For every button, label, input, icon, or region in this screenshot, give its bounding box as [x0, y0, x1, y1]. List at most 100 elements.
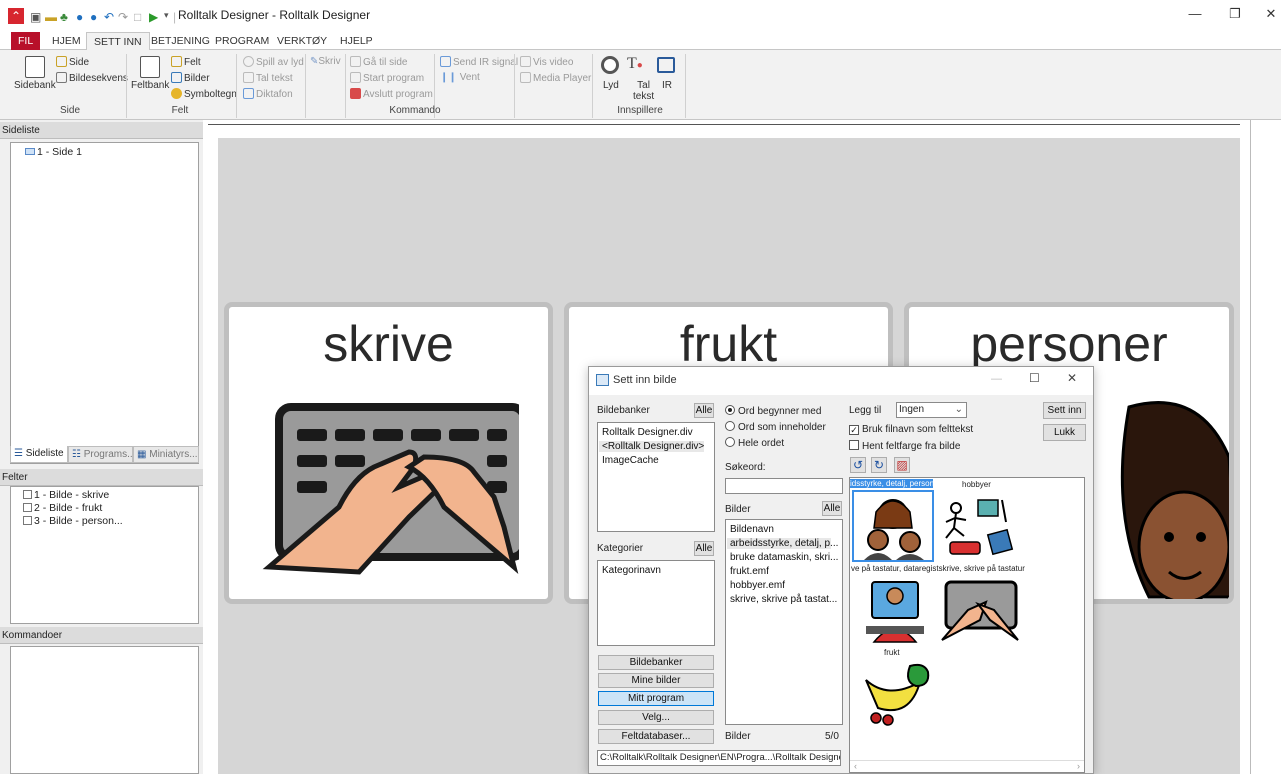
- image-preview-grid: idsstyrke, detalj, person hobbyer ve på …: [849, 477, 1085, 773]
- radio-hele-ordet[interactable]: Hele ordet: [725, 437, 784, 449]
- person-icon: [1120, 401, 1229, 599]
- horizontal-scrollbar[interactable]: ‹ ›: [850, 760, 1084, 772]
- spill-av-lyd-button[interactable]: Spill av lyd: [243, 56, 304, 68]
- hent-feltfarge-checkbox[interactable]: Hent feltfarge fra bilde: [849, 440, 960, 452]
- rotate-right-icon[interactable]: ↻: [871, 457, 887, 473]
- record-sound-icon: [601, 56, 619, 74]
- tab-sideliste[interactable]: ☰ Sideliste: [10, 446, 68, 463]
- ga-til-side-button[interactable]: Gå til side: [350, 56, 407, 68]
- feltdatabaser-button[interactable]: Feltdatabaser...: [598, 729, 714, 744]
- path-field[interactable]: C:\Rolltalk\Rolltalk Designer\EN\Progra.…: [597, 750, 841, 766]
- tab-verktoy[interactable]: VERKTØY: [270, 32, 334, 50]
- legg-til-select[interactable]: Ingen ⌄: [896, 402, 967, 418]
- dialog-maximize-button[interactable]: ☐: [1029, 371, 1040, 385]
- preview-thumb[interactable]: [860, 576, 930, 644]
- preview-thumb-selected[interactable]: [852, 490, 934, 562]
- list-item[interactable]: ImageCache: [602, 455, 659, 466]
- tab-betjening[interactable]: BETJENING: [144, 32, 217, 50]
- skriv-button[interactable]: ✎Skriv: [310, 56, 341, 67]
- restore-button[interactable]: ❐: [1220, 6, 1250, 26]
- list-item[interactable]: skrive, skrive på tastat...: [730, 594, 837, 605]
- customize-qat-icon[interactable]: ▾: [164, 10, 169, 22]
- group-label-side: Side: [59, 105, 80, 116]
- diktafon-button[interactable]: Diktafon: [243, 88, 293, 100]
- bilder-count: 5/0: [825, 731, 839, 742]
- felter-header: Felter: [0, 469, 203, 486]
- lukk-button[interactable]: Lukk: [1043, 424, 1086, 441]
- window-title: Rolltalk Designer - Rolltalk Designer: [178, 8, 371, 22]
- sett-inn-button[interactable]: Sett inn: [1043, 402, 1086, 419]
- sidebank-button[interactable]: Sidebank: [14, 80, 56, 91]
- tab-programs[interactable]: ☷ Programs...: [68, 446, 133, 463]
- felter-item[interactable]: 3 - Bilde - person...: [23, 515, 123, 527]
- start-program-button[interactable]: Start program: [350, 72, 424, 84]
- preview-thumb[interactable]: [942, 492, 1020, 562]
- velg-button[interactable]: Velg...: [598, 710, 714, 725]
- list-item[interactable]: frukt.emf: [730, 566, 769, 577]
- mitt-program-button[interactable]: Mitt program: [598, 691, 714, 706]
- rotate-left-icon[interactable]: ↺: [850, 457, 866, 473]
- list-item-selected[interactable]: <Rolltalk Designer.div>: [599, 441, 704, 452]
- bilder-button[interactable]: Bilder: [171, 72, 210, 84]
- close-button[interactable]: ✕: [1256, 6, 1281, 26]
- tab-program[interactable]: PROGRAM: [208, 32, 276, 50]
- radio-ord-begynner-med[interactable]: Ord begynner med: [725, 405, 821, 417]
- dialog-close-button[interactable]: ✕: [1067, 371, 1077, 385]
- tal-tekst-record-button[interactable]: Tal tekst: [633, 80, 654, 102]
- group-label-kommando: Kommando: [389, 105, 441, 116]
- forward-circle-icon[interactable]: ●: [90, 10, 97, 24]
- mine-bilder-button[interactable]: Mine bilder: [598, 673, 714, 688]
- back-circle-icon[interactable]: ●: [76, 10, 83, 24]
- bilder-alle-button[interactable]: Alle: [822, 501, 842, 516]
- avslutt-program-button[interactable]: Avslutt program: [350, 88, 433, 100]
- feltbank-button[interactable]: Feltbank: [131, 80, 169, 91]
- undo-icon[interactable]: ↶: [104, 10, 114, 24]
- felt-button[interactable]: Felt: [171, 56, 201, 68]
- side-button[interactable]: Side: [56, 56, 89, 68]
- tal-tekst-button[interactable]: Tal tekst: [243, 72, 293, 84]
- sideliste-tree: 1 - Side 1: [10, 142, 199, 464]
- radio-ord-som-inneholder[interactable]: Ord som inneholder: [725, 421, 826, 433]
- dialog-minimize-button[interactable]: —: [991, 373, 1002, 385]
- preview-thumb[interactable]: [940, 576, 1020, 644]
- symboltegn-button[interactable]: Symboltegn: [171, 88, 237, 100]
- vis-video-button[interactable]: Vis video: [520, 56, 573, 68]
- tab-hjem[interactable]: HJEM: [45, 32, 88, 50]
- play-icon[interactable]: ▶: [149, 10, 158, 24]
- lyd-button[interactable]: Lyd: [603, 80, 619, 91]
- bildebanker-alle-button[interactable]: Alle: [694, 403, 714, 418]
- group-separator: [514, 54, 515, 118]
- list-item[interactable]: Rolltalk Designer.div: [602, 427, 693, 438]
- list-item[interactable]: bruke datamaskin, skri...: [730, 552, 838, 563]
- kategorier-alle-button[interactable]: Alle: [694, 541, 714, 556]
- sokeord-input[interactable]: [725, 478, 843, 494]
- minimize-button[interactable]: —: [1180, 6, 1210, 26]
- list-item[interactable]: Kategorinavn: [602, 565, 661, 576]
- save-icon[interactable]: ▣: [30, 10, 41, 24]
- card-skrive[interactable]: skrive: [224, 302, 553, 604]
- tree-icon[interactable]: ♣: [60, 10, 68, 24]
- open-folder-icon[interactable]: ▬: [45, 10, 57, 24]
- tab-miniatyrs[interactable]: ▦ Miniatyrs...: [133, 446, 199, 463]
- bruk-filnavn-checkbox[interactable]: ✓ Bruk filnavn som felttekst: [849, 424, 973, 435]
- list-item[interactable]: hobbyer.emf: [730, 580, 785, 591]
- tab-hjelp[interactable]: HJELP: [333, 32, 380, 50]
- right-scroll-strip[interactable]: [1250, 120, 1281, 774]
- preview-thumb[interactable]: [858, 660, 938, 726]
- media-player-button[interactable]: Media Player: [520, 72, 591, 84]
- send-ir-signal-button[interactable]: Send IR signal: [440, 56, 518, 68]
- felter-item[interactable]: 2 - Bilde - frukt: [23, 502, 102, 514]
- list-item[interactable]: arbeidsstyrke, detalj, p...: [727, 538, 838, 549]
- redo-icon[interactable]: ↷: [118, 10, 128, 24]
- group-separator: [345, 54, 346, 118]
- page-icon[interactable]: □: [134, 10, 141, 24]
- bildesekvens-button[interactable]: Bildesekvens: [56, 72, 128, 84]
- vent-button[interactable]: ❙❙ Vent: [440, 72, 480, 83]
- tab-sett-inn[interactable]: SETT INN: [86, 32, 150, 51]
- tab-fil[interactable]: FIL: [11, 32, 41, 50]
- felter-item[interactable]: 1 - Bilde - skrive: [23, 489, 109, 501]
- bildebanker-button[interactable]: Bildebanker: [598, 655, 714, 670]
- clear-image-icon[interactable]: ▨: [894, 457, 910, 473]
- tree-item-side-1[interactable]: 1 - Side 1: [25, 146, 82, 158]
- ir-button[interactable]: IR: [662, 80, 672, 91]
